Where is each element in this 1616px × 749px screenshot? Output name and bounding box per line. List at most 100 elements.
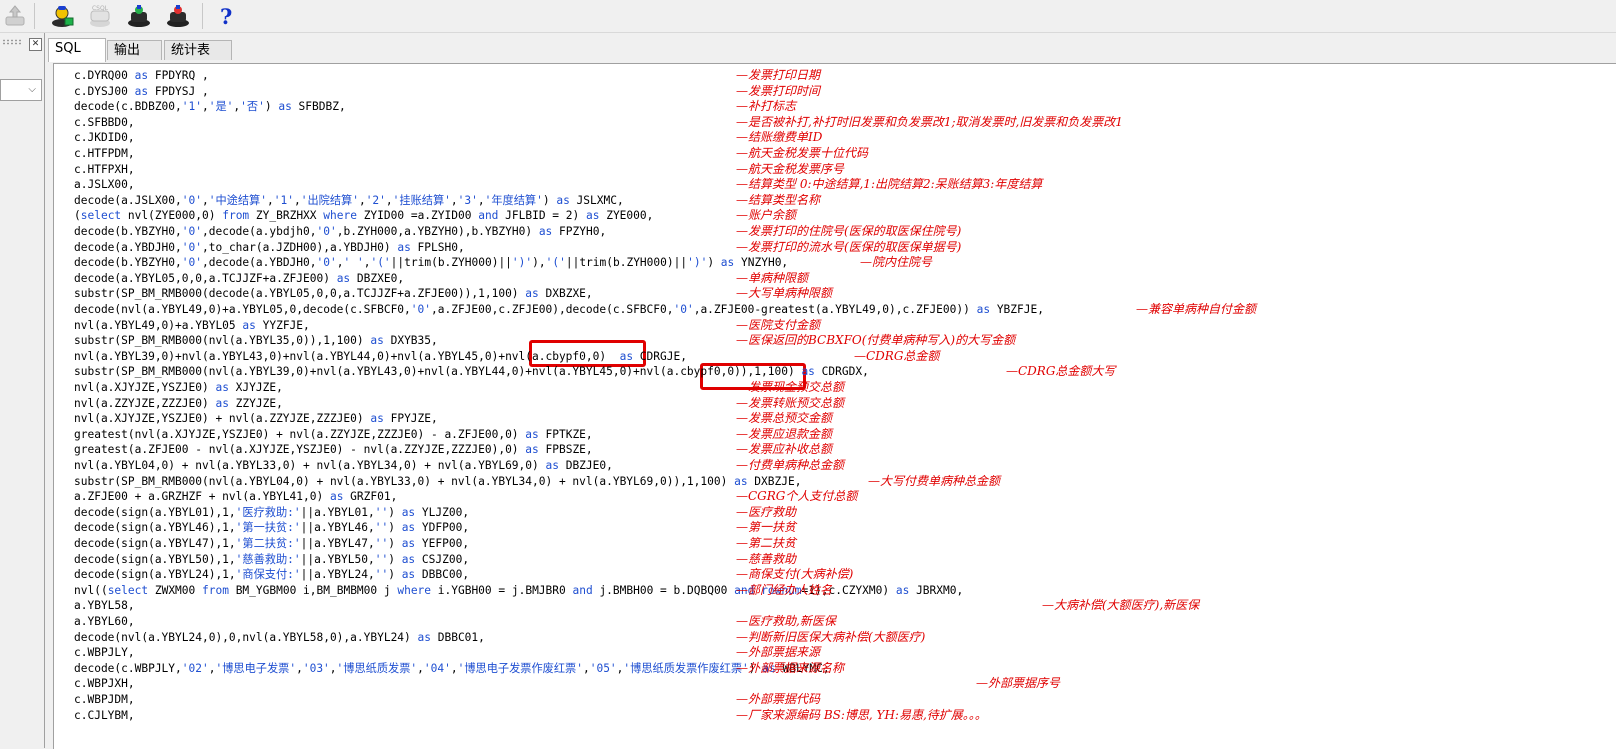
tab-output[interactable]: 输出 <box>107 40 162 60</box>
code-line[interactable]: decode(a.YBYL05,0,0,a.TCJJZF+a.ZFJE00) a… <box>74 271 404 287</box>
toolbar-separator <box>202 3 203 29</box>
code-comment: —商保支付(大病补偿) <box>736 567 854 582</box>
code-line[interactable]: decode(c.WBPJLY,'02','博思电子发票','03','博思纸质… <box>74 661 830 677</box>
code-comment: —发票现金预交总额 <box>736 380 845 394</box>
code-comment: —医院支付金额 <box>736 317 821 332</box>
svg-text:CSQL: CSQL <box>92 5 109 12</box>
code-line[interactable]: decode(c.BDBZ00,'1','是','否') as SFBDBZ, <box>74 99 346 115</box>
code-comment: —结算类型名称 <box>736 192 821 207</box>
code-comment: —航天金税发票十位代码 <box>736 146 869 160</box>
code-comment: —慈善救助 <box>736 551 797 566</box>
export-icon[interactable] <box>2 3 28 29</box>
toolbar: CSQL ? <box>0 0 1616 33</box>
code-line[interactable]: nvl(a.XJYJZE,YSZJE0) as XJYJZE, <box>74 380 283 396</box>
chevron-down-icon: ⌵ <box>28 84 36 95</box>
code-line[interactable]: decode(sign(a.YBYL50),1,'慈善救助:'||a.YBYL5… <box>74 552 469 568</box>
code-line[interactable]: c.HTFPDM, <box>74 146 135 162</box>
code-comment: —部门经办人姓名 <box>736 582 833 597</box>
code-line[interactable]: decode(sign(a.YBYL46),1,'第一扶贫:'||a.YBYL4… <box>74 520 469 536</box>
code-comment: —发票应退款金额 <box>736 426 833 441</box>
code-comment: —第一扶贫 <box>736 520 797 535</box>
code-comment: —CGRG个人支付总额 <box>736 489 858 504</box>
code-comment: —发票打印日期 <box>736 68 821 82</box>
code-comment: —发票打印时间 <box>736 83 821 98</box>
code-line[interactable]: a.ZFJE00 + a.GRZHZF + nvl(a.YBYL41,0) as… <box>74 489 397 505</box>
code-line[interactable]: decode(a.JSLX00,'0','中途结算','1','出院结算','2… <box>74 193 624 209</box>
code-line[interactable]: decode(b.YBZYH0,'0',decode(a.ybdjh0,'0',… <box>74 224 606 240</box>
code-line[interactable]: nvl(a.YBYL39,0)+nvl(a.YBYL43,0)+nvl(a.YB… <box>74 349 687 365</box>
code-comment: —外部票据来源 <box>736 645 821 660</box>
tab-statistics[interactable]: 统计表 <box>164 40 232 60</box>
csql-icon[interactable]: CSQL <box>87 3 113 29</box>
code-line[interactable]: c.WBPJDM, <box>74 692 135 708</box>
code-line[interactable]: nvl(a.XJYJZE,YSZJE0) + nvl(a.ZZYJZE,ZZZJ… <box>74 411 438 427</box>
code-comment: —外部票据来源名称 <box>736 660 845 675</box>
code-comment: —发票总预交金额 <box>736 411 833 426</box>
code-line[interactable]: decode(sign(a.YBYL24),1,'商保支付:'||a.YBYL2… <box>74 567 469 583</box>
code-line[interactable]: a.YBYL60, <box>74 614 135 630</box>
code-line[interactable]: decode(b.YBZYH0,'0',decode(a.YBDJH0,'0',… <box>74 255 788 271</box>
code-line[interactable]: nvl(a.ZZYJZE,ZZZJE0) as ZZYJZE, <box>74 396 283 412</box>
object-dropdown[interactable]: ⌵ <box>0 79 42 101</box>
code-line[interactable]: c.DYRQ00 as FPDYRQ , <box>74 68 209 84</box>
code-line[interactable]: c.JKDID0, <box>74 130 135 146</box>
code-line[interactable]: decode(a.YBDJH0,'0',to_char(a.JZDH00),a.… <box>74 240 465 256</box>
code-line[interactable]: substr(SP_BM_RMB000(nvl(a.YBYL35,0)),1,1… <box>74 333 438 349</box>
code-comment: —外部票据序号 <box>976 676 1061 691</box>
toolbar-separator <box>34 3 35 29</box>
code-line[interactable]: nvl(a.YBYL49,0)+a.YBYL05 as YYZFJE, <box>74 318 310 334</box>
code-line[interactable]: substr(SP_BM_RMB000(decode(a.YBYL05,0,0,… <box>74 286 593 302</box>
code-line[interactable]: substr(SP_BM_RMB000(nvl(a.YBYL39,0)+nvl(… <box>74 364 869 380</box>
code-comment: —外部票据代码 <box>736 692 821 706</box>
code-comment: —大病补偿(大额医疗),新医保 <box>1042 598 1200 613</box>
left-panel: ✕ ⌵ <box>0 33 45 748</box>
code-line[interactable]: a.JSLX00, <box>74 177 135 193</box>
code-line[interactable]: decode(sign(a.YBYL47),1,'第二扶贫:'||a.YBYL4… <box>74 536 469 552</box>
code-line[interactable]: decode(nvl(a.YBYL24,0),0,nvl(a.YBYL58,0)… <box>74 630 485 646</box>
code-line[interactable]: c.SFBBD0, <box>74 115 135 131</box>
run-script-icon[interactable] <box>165 3 191 29</box>
code-comment: —医疗救助,新医保 <box>736 614 836 628</box>
code-comment: —发票应补收总额 <box>736 442 833 457</box>
code-comment: —判断新旧医保大病补偿(大额医疗) <box>736 629 926 644</box>
tab-sql[interactable]: SQL <box>48 38 106 62</box>
code-line[interactable]: decode(nvl(a.YBYL49,0)+a.YBYL05,0,decode… <box>74 302 1044 318</box>
code-line[interactable]: c.WBPJXH, <box>74 676 135 692</box>
code-comment: —CDRG总金额 <box>854 348 940 363</box>
code-line[interactable]: decode(sign(a.YBYL01),1,'医疗救助:'||a.YBYL0… <box>74 505 469 521</box>
help-icon[interactable]: ? <box>220 4 232 29</box>
code-line[interactable]: a.YBYL58, <box>74 598 135 614</box>
code-comment: —发票转账预交总额 <box>736 395 845 410</box>
code-line[interactable]: (select nvl(ZYE000,0) from ZY_BRZHXX whe… <box>74 208 653 224</box>
code-line[interactable]: nvl(a.YBYL04,0) + nvl(a.YBYL33,0) + nvl(… <box>74 458 613 474</box>
code-comment: —航天金税发票序号 <box>736 161 845 176</box>
code-comment: —付费单病种总金额 <box>736 458 845 472</box>
code-line[interactable]: greatest(nvl(a.XJYJZE,YSZJE0) + nvl(a.ZZ… <box>74 427 593 443</box>
code-comment: —大写单病种限额 <box>736 286 833 301</box>
code-comment: —医疗救助 <box>736 504 797 519</box>
panel-grip[interactable] <box>2 39 22 45</box>
code-line[interactable]: c.WBPJLY, <box>74 645 135 661</box>
code-comment: —账户余额 <box>736 208 797 223</box>
code-comment: —医保返回的BCBXFO(付费单病种写入)的大写金额 <box>736 333 1016 348</box>
sql-editor[interactable]: c.DYRQ00 as FPDYRQ , —发票打印日期 c.DYSJ00 as F… <box>53 63 1616 749</box>
code-comment: —结账缴费单ID <box>736 130 823 145</box>
code-comment: —单病种限额 <box>736 270 809 285</box>
code-comment: —是否被补打,补打时旧发票和负发票改1;取消发票时,旧发票和负发票改1 <box>736 114 1123 129</box>
code-comment: —第二扶贫 <box>736 536 797 550</box>
code-line[interactable]: c.CJLYBM, <box>74 708 135 724</box>
code-comment: —兼容单病种自付金额 <box>1136 302 1257 316</box>
code-comment: —发票打印的住院号(医保的取医保住院号) <box>736 224 962 238</box>
run-query-icon[interactable] <box>126 3 152 29</box>
code-line[interactable]: c.HTFPXH, <box>74 162 135 178</box>
connect-user-icon[interactable] <box>49 3 75 29</box>
close-icon[interactable]: ✕ <box>29 38 42 51</box>
code-line[interactable]: substr(SP_BM_RMB000(nvl(a.YBYL04,0) + nv… <box>74 474 801 490</box>
code-comment: —发票打印的流水号(医保的取医保单据号) <box>736 239 962 254</box>
code-comment: —院内住院号 <box>860 255 933 270</box>
code-line[interactable]: c.DYSJ00 as FPDYSJ , <box>74 84 209 100</box>
code-comment: —CDRG总金额大写 <box>1006 364 1116 379</box>
code-comment: —结算类型 0:中途结算,1:出院结算2:呆账结算3:年度结算 <box>736 177 1043 192</box>
code-line[interactable]: greatest(a.ZFJE00 - nvl(a.XJYJZE,YSZJE0)… <box>74 442 593 458</box>
code-comment: —补打标志 <box>736 99 797 114</box>
